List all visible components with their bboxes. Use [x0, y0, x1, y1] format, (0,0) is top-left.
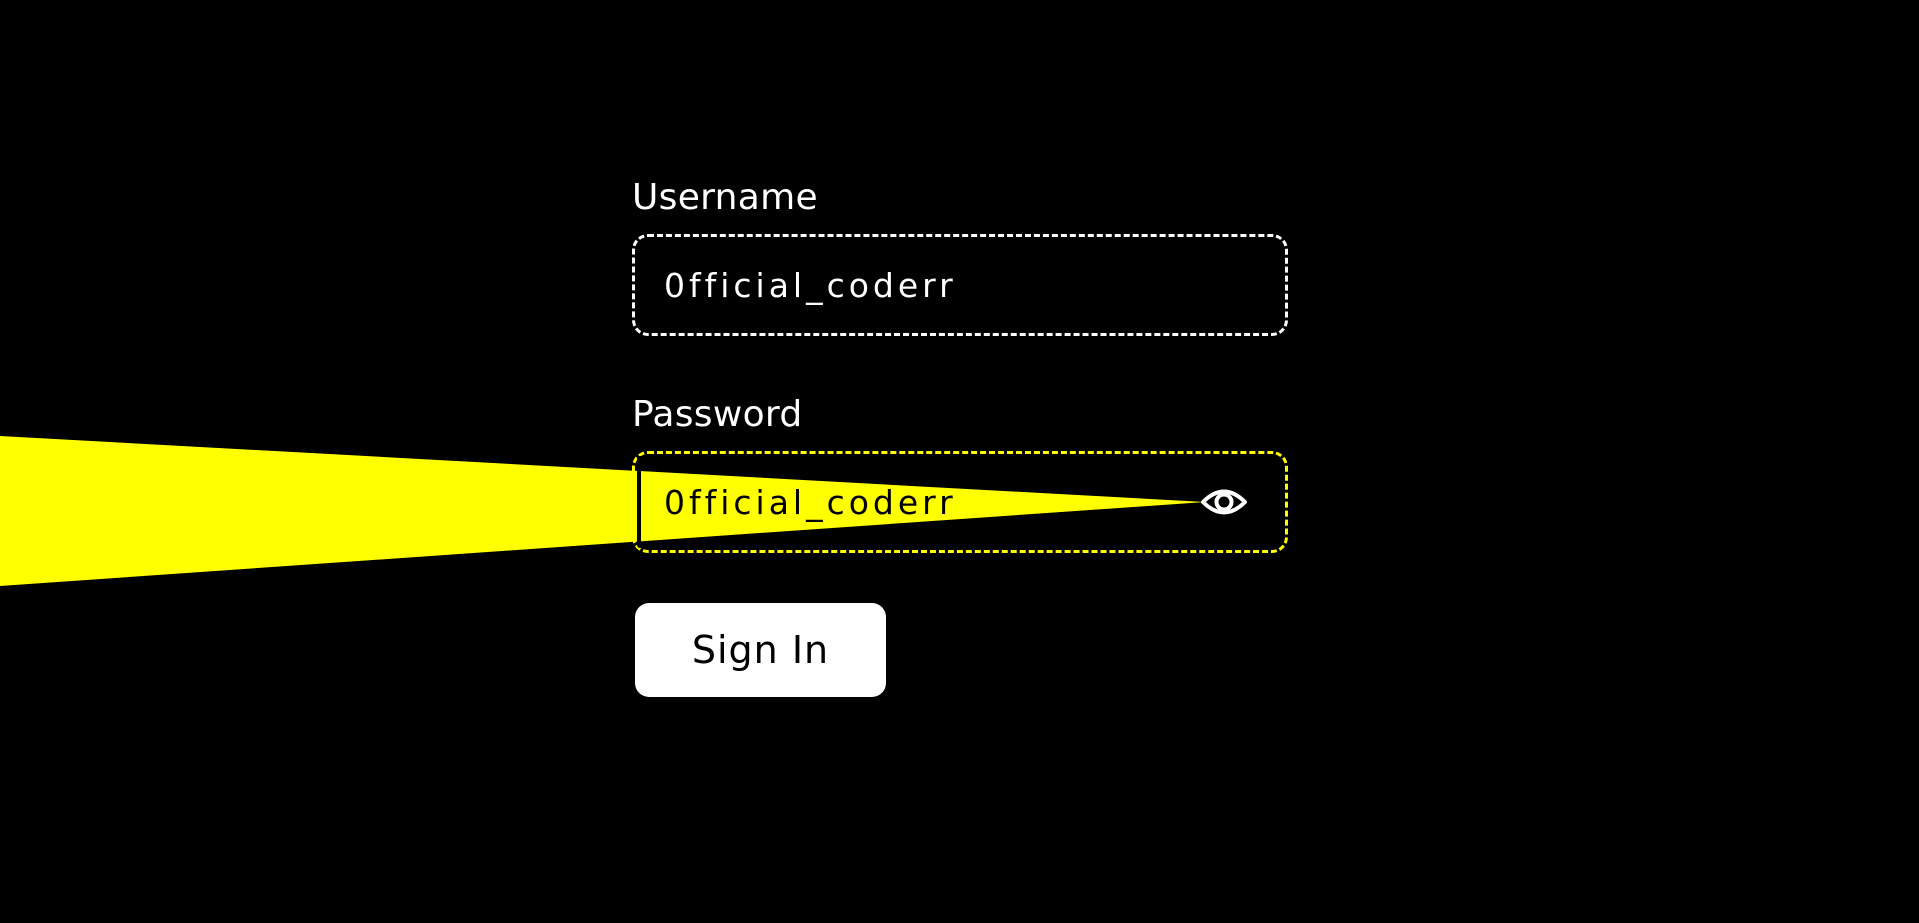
show-password-toggle[interactable] — [1200, 480, 1248, 524]
password-input[interactable] — [635, 454, 1285, 550]
password-field-inner-edge — [637, 456, 641, 548]
username-label: Username — [632, 177, 818, 218]
username-input[interactable] — [635, 237, 1285, 333]
login-form: Username Password Sign In — [632, 170, 1288, 697]
password-label: Password — [632, 394, 803, 435]
eye-icon — [1201, 489, 1247, 515]
login-page: Username Password Sign In — [0, 0, 1919, 923]
field-spacer — [632, 336, 1288, 387]
username-field — [632, 234, 1288, 336]
sign-in-button[interactable]: Sign In — [635, 603, 886, 697]
password-field — [632, 451, 1288, 553]
